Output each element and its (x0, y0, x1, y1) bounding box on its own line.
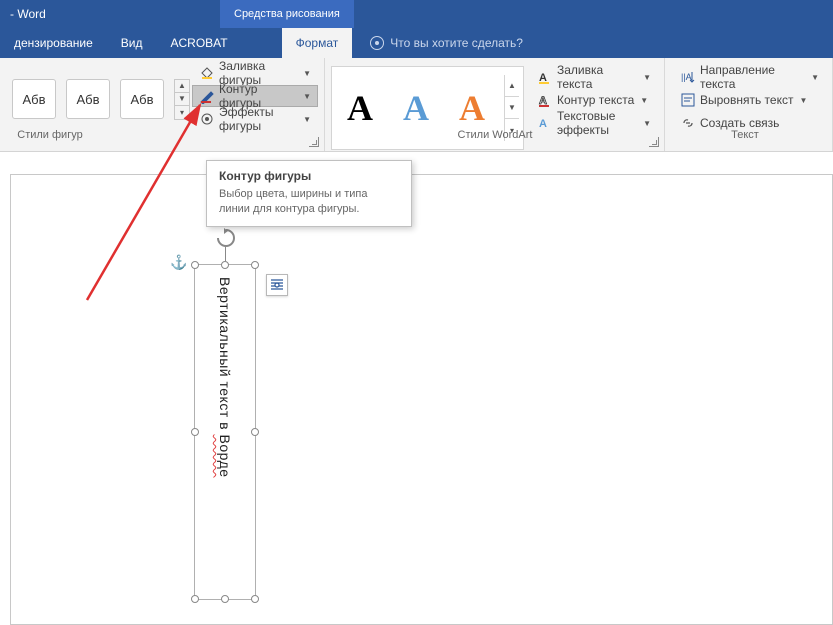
text-direction-icon: ||A (680, 69, 696, 85)
tell-me-search[interactable]: Что вы хотите сделать? (370, 28, 523, 58)
gallery-down-button[interactable]: ▼ (505, 97, 519, 119)
paint-bucket-icon (199, 65, 215, 81)
text-fill-label: Заливка текста (557, 63, 637, 91)
wordart-dialog-launcher[interactable] (649, 137, 659, 147)
gallery-up-button[interactable]: ▲ (505, 75, 519, 97)
tooltip-description: Выбор цвета, ширины и типа линии для кон… (219, 187, 399, 218)
tooltip-title: Контур фигуры (219, 169, 399, 183)
wordart-preset-2[interactable]: A (392, 86, 440, 130)
textbox-shape[interactable]: Вертикальный текст в Ворде (194, 264, 256, 600)
text-outline-button[interactable]: A Контур текста ▼ (530, 89, 658, 111)
tell-me-placeholder: Что вы хотите сделать? (390, 36, 523, 50)
ribbon-tabs: дензирование Вид ACROBAT Формат Что вы х… (0, 28, 833, 58)
dropdown-arrow-icon: ▼ (643, 73, 651, 82)
align-text-label: Выровнять текст (700, 93, 793, 107)
wordart-preset-1[interactable]: A (336, 86, 384, 130)
tab-format[interactable]: Формат (282, 28, 353, 58)
dropdown-arrow-icon: ▼ (303, 115, 311, 124)
lightbulb-icon (370, 36, 384, 50)
layout-options-icon (269, 277, 285, 293)
dropdown-arrow-icon: ▼ (811, 73, 819, 82)
text-direction-label: Направление текста (700, 63, 805, 91)
rotate-handle[interactable] (214, 226, 238, 250)
dropdown-arrow-icon: ▼ (643, 119, 651, 128)
shape-effects-label: Эффекты фигуры (219, 105, 297, 133)
group-label-wordart: Стили WordArt (325, 129, 665, 149)
resize-handle-tm[interactable] (221, 261, 229, 269)
wordart-preset-3[interactable]: A (448, 86, 496, 130)
gallery-up-button[interactable]: ▲ (175, 80, 189, 93)
app-title: - Word (0, 7, 56, 21)
shape-fill-button[interactable]: Заливка фигуры ▼ (192, 62, 318, 84)
create-link-label: Создать связь (700, 116, 779, 130)
tooltip-shape-outline: Контур фигуры Выбор цвета, ширины и типа… (206, 160, 412, 227)
align-text-icon (680, 92, 696, 108)
tab-view[interactable]: Вид (107, 28, 157, 58)
tab-acrobat[interactable]: ACROBAT (157, 28, 242, 58)
text-fill-icon: A (537, 69, 553, 85)
shape-styles-dialog-launcher[interactable] (309, 137, 319, 147)
contextual-tab-drawing-tools: Средства рисования (220, 0, 354, 28)
dropdown-arrow-icon: ▼ (303, 69, 311, 78)
dropdown-arrow-icon: ▼ (303, 92, 311, 101)
resize-handle-bm[interactable] (221, 595, 229, 603)
title-bar: - Word Средства рисования (0, 0, 833, 28)
dropdown-arrow-icon: ▼ (640, 96, 648, 105)
tab-review[interactable]: дензирование (0, 28, 107, 58)
resize-handle-bl[interactable] (191, 595, 199, 603)
group-wordart-styles: A A A ▲ ▼ ▾ A Заливка текста ▼ (325, 58, 665, 151)
dropdown-arrow-icon: ▼ (799, 96, 807, 105)
layout-options-button[interactable] (266, 274, 288, 296)
text-outline-icon: A (537, 92, 553, 108)
resize-handle-mr[interactable] (251, 428, 259, 436)
text-outline-label: Контур текста (557, 93, 634, 107)
group-text: ||A Направление текста ▼ Выровнять текст… (665, 58, 833, 151)
resize-handle-ml[interactable] (191, 428, 199, 436)
group-label-text: Текст (665, 129, 825, 149)
resize-handle-br[interactable] (251, 595, 259, 603)
annotation-arrow (82, 100, 212, 310)
resize-handle-tr[interactable] (251, 261, 259, 269)
text-direction-button[interactable]: ||A Направление текста ▼ (673, 66, 826, 88)
text-fill-button[interactable]: A Заливка текста ▼ (530, 66, 658, 88)
shape-style-preset-1[interactable]: Абв (12, 79, 56, 119)
align-text-button[interactable]: Выровнять текст ▼ (673, 89, 826, 111)
